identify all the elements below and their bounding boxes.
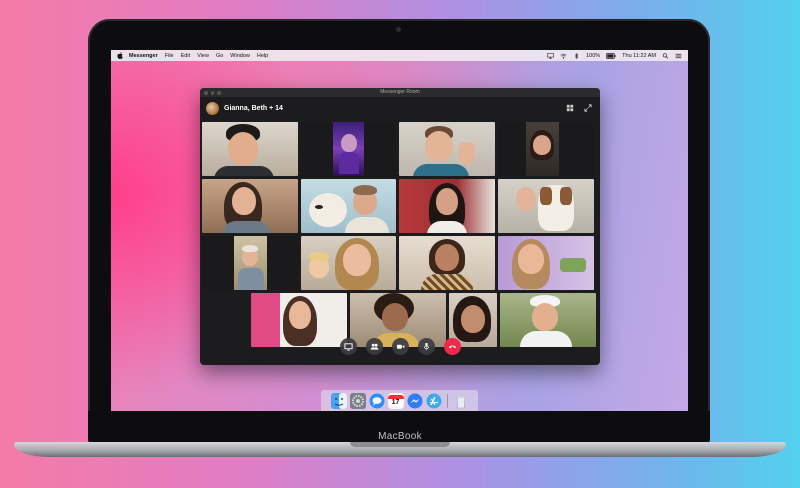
menu-app-name[interactable]: Messenger [129,53,158,59]
video-tile[interactable] [202,179,298,233]
menu-help[interactable]: Help [257,53,268,59]
video-tile[interactable] [500,293,596,347]
participants-button[interactable] [366,338,383,355]
dock-messages[interactable] [369,393,385,409]
video-camera-icon [396,344,405,349]
status-area: 100% Thu 11:22 AM [547,52,682,59]
video-tile[interactable] [399,179,495,233]
camera-toggle-button[interactable] [392,338,409,355]
video-tile[interactable] [202,122,298,176]
dock-app[interactable] [426,393,442,409]
video-tile[interactable] [251,293,347,347]
room-name: Gianna, Beth + 14 [224,104,283,112]
call-controls [340,338,461,355]
expand-icon[interactable] [584,104,592,112]
grid-view-icon[interactable] [566,104,574,112]
share-screen-icon [344,343,353,351]
battery-percent: 100% [586,52,601,59]
video-tile[interactable] [498,179,594,233]
window-controls [204,91,221,95]
messages-icon [369,393,384,408]
header-actions [566,104,592,112]
hang-up-icon [448,345,457,349]
participants-icon [370,343,379,350]
video-tile[interactable] [202,236,298,290]
video-tile[interactable] [399,236,495,290]
dock-messenger[interactable] [407,393,423,409]
menu-window[interactable]: Window [230,53,250,59]
gear-icon [349,392,366,409]
close-window-button[interactable] [204,91,208,95]
microphone-toggle-button[interactable] [418,338,435,355]
video-tile[interactable] [301,122,396,176]
finder-icon [330,392,347,409]
video-tile[interactable] [399,122,495,176]
desktop-screen: Messenger File Edit View Go Window Help … [111,50,688,411]
dock-trash[interactable] [453,393,469,409]
dock-finder[interactable] [330,392,347,409]
wifi-icon[interactable] [560,53,567,59]
window-title: Messenger Room [380,89,420,95]
menu-clock[interactable]: Thu 11:22 AM [622,53,656,59]
calendar-day: 17 [391,399,400,406]
zoom-window-button[interactable] [217,91,221,95]
search-icon[interactable] [662,52,669,59]
device-label: MacBook [378,431,422,442]
dock-calendar[interactable]: 17 [387,392,404,409]
room-header: Gianna, Beth + 14 [200,97,600,119]
group-avatar [206,101,219,115]
menu-go[interactable]: Go [216,53,223,59]
messenger-icon [407,393,422,408]
menu-file[interactable]: File [165,53,174,59]
trash-icon [456,395,465,408]
video-tile[interactable] [301,236,396,290]
share-screen-button[interactable] [340,338,357,355]
minimize-window-button[interactable] [210,91,214,95]
video-tile[interactable] [301,179,396,233]
video-tile[interactable] [498,236,594,290]
battery-icon[interactable] [606,52,616,59]
menu-edit[interactable]: Edit [181,53,190,59]
apple-icon[interactable] [117,52,123,59]
microphone-icon [423,342,430,351]
video-tile[interactable] [498,122,594,176]
airplay-icon[interactable] [547,52,555,59]
laptop-notch [350,442,450,447]
window-titlebar[interactable]: Messenger Room [200,88,600,97]
camera-icon [396,27,401,32]
menu-view[interactable]: View [197,53,209,59]
dock: 17 [321,390,478,411]
messenger-room-window: Messenger Room Gianna, Beth + 14 [200,88,600,365]
menu-bar: Messenger File Edit View Go Window Help … [111,50,688,61]
dock-divider [446,393,448,408]
end-call-button[interactable] [444,338,461,355]
dock-system-preferences[interactable] [349,392,366,409]
bluetooth-icon[interactable] [573,52,580,59]
menu-list-icon[interactable] [675,53,682,59]
app-store-icon [426,393,441,408]
